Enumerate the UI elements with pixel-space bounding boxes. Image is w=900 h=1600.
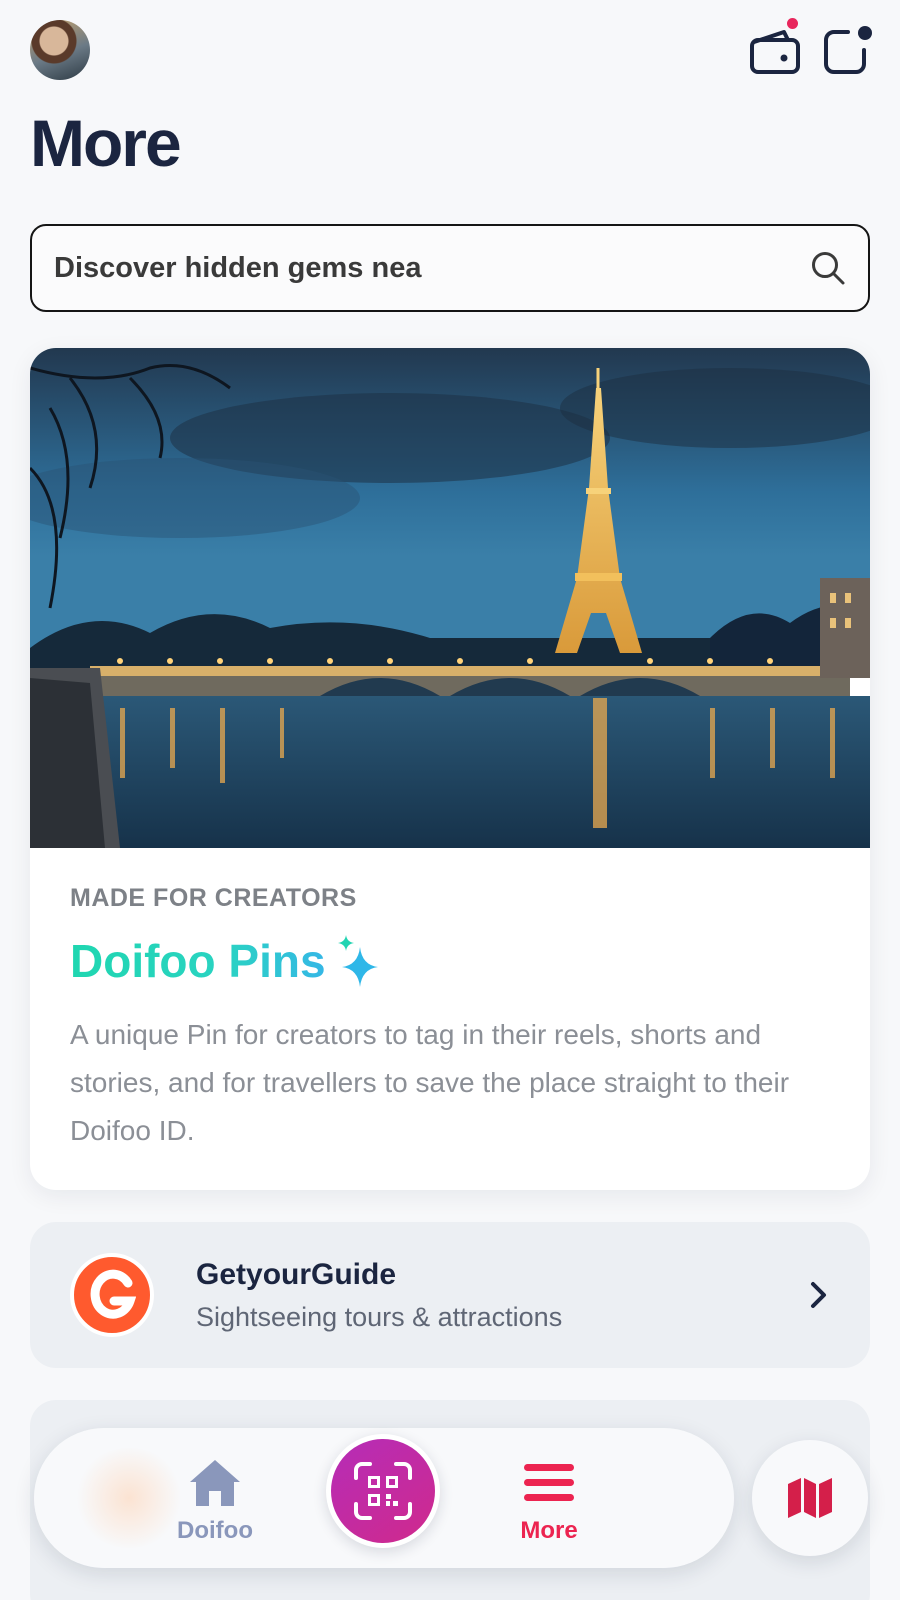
map-button[interactable] xyxy=(752,1440,868,1556)
qr-scan-button[interactable] xyxy=(326,1434,440,1548)
pins-description: A unique Pin for creators to tag in thei… xyxy=(70,1019,790,1146)
sparkle-icon xyxy=(337,935,378,987)
chevron-right-icon[interactable] xyxy=(808,1280,830,1310)
partner-subtitle: Sightseeing tours & attractions xyxy=(196,1301,563,1332)
notifications-button[interactable] xyxy=(822,20,872,74)
tab-doifoo[interactable]: Doifoo xyxy=(155,1458,275,1545)
search-input[interactable]: Discover hidden gems nea xyxy=(54,252,810,285)
user-avatar[interactable] xyxy=(30,20,90,80)
notifications-badge xyxy=(858,26,872,40)
map-icon xyxy=(788,1478,832,1518)
search-icon[interactable] xyxy=(810,250,846,286)
menu-icon xyxy=(524,1464,574,1501)
getyourguide-logo xyxy=(70,1253,154,1337)
card-body: MADE FOR CREATORS Doifoo Pins A unique P… xyxy=(30,848,870,1190)
partner-name: GetyourGuide xyxy=(196,1257,397,1291)
doifoo-pins-card[interactable]: MADE FOR CREATORS Doifoo Pins A unique P… xyxy=(30,348,870,1190)
partner-text: GetyourGuide Sightseeing tours & attract… xyxy=(196,1258,808,1333)
wallet-button[interactable] xyxy=(750,18,800,74)
getyourguide-logo-icon xyxy=(90,1269,136,1319)
header-actions xyxy=(750,18,872,74)
qr-scan-inner xyxy=(331,1439,435,1543)
pins-title: Doifoo Pins xyxy=(70,933,830,989)
wallet-badge xyxy=(787,18,798,29)
pins-title-text: Doifoo Pins xyxy=(70,935,326,987)
tab-doifoo-label: Doifoo xyxy=(177,1517,253,1544)
home-icon xyxy=(190,1460,240,1506)
tab-more[interactable]: More xyxy=(489,1458,609,1545)
search-bar[interactable]: Discover hidden gems nea xyxy=(30,224,870,312)
qr-scan-icon xyxy=(354,1462,412,1520)
eyebrow-label: MADE FOR CREATORS xyxy=(70,884,357,912)
wallet-icon xyxy=(750,30,800,74)
hero-image xyxy=(30,348,870,848)
partner-row-getyourguide[interactable]: GetyourGuide Sightseeing tours & attract… xyxy=(30,1222,870,1368)
tab-more-label: More xyxy=(520,1517,578,1544)
page-title: More xyxy=(30,106,182,180)
